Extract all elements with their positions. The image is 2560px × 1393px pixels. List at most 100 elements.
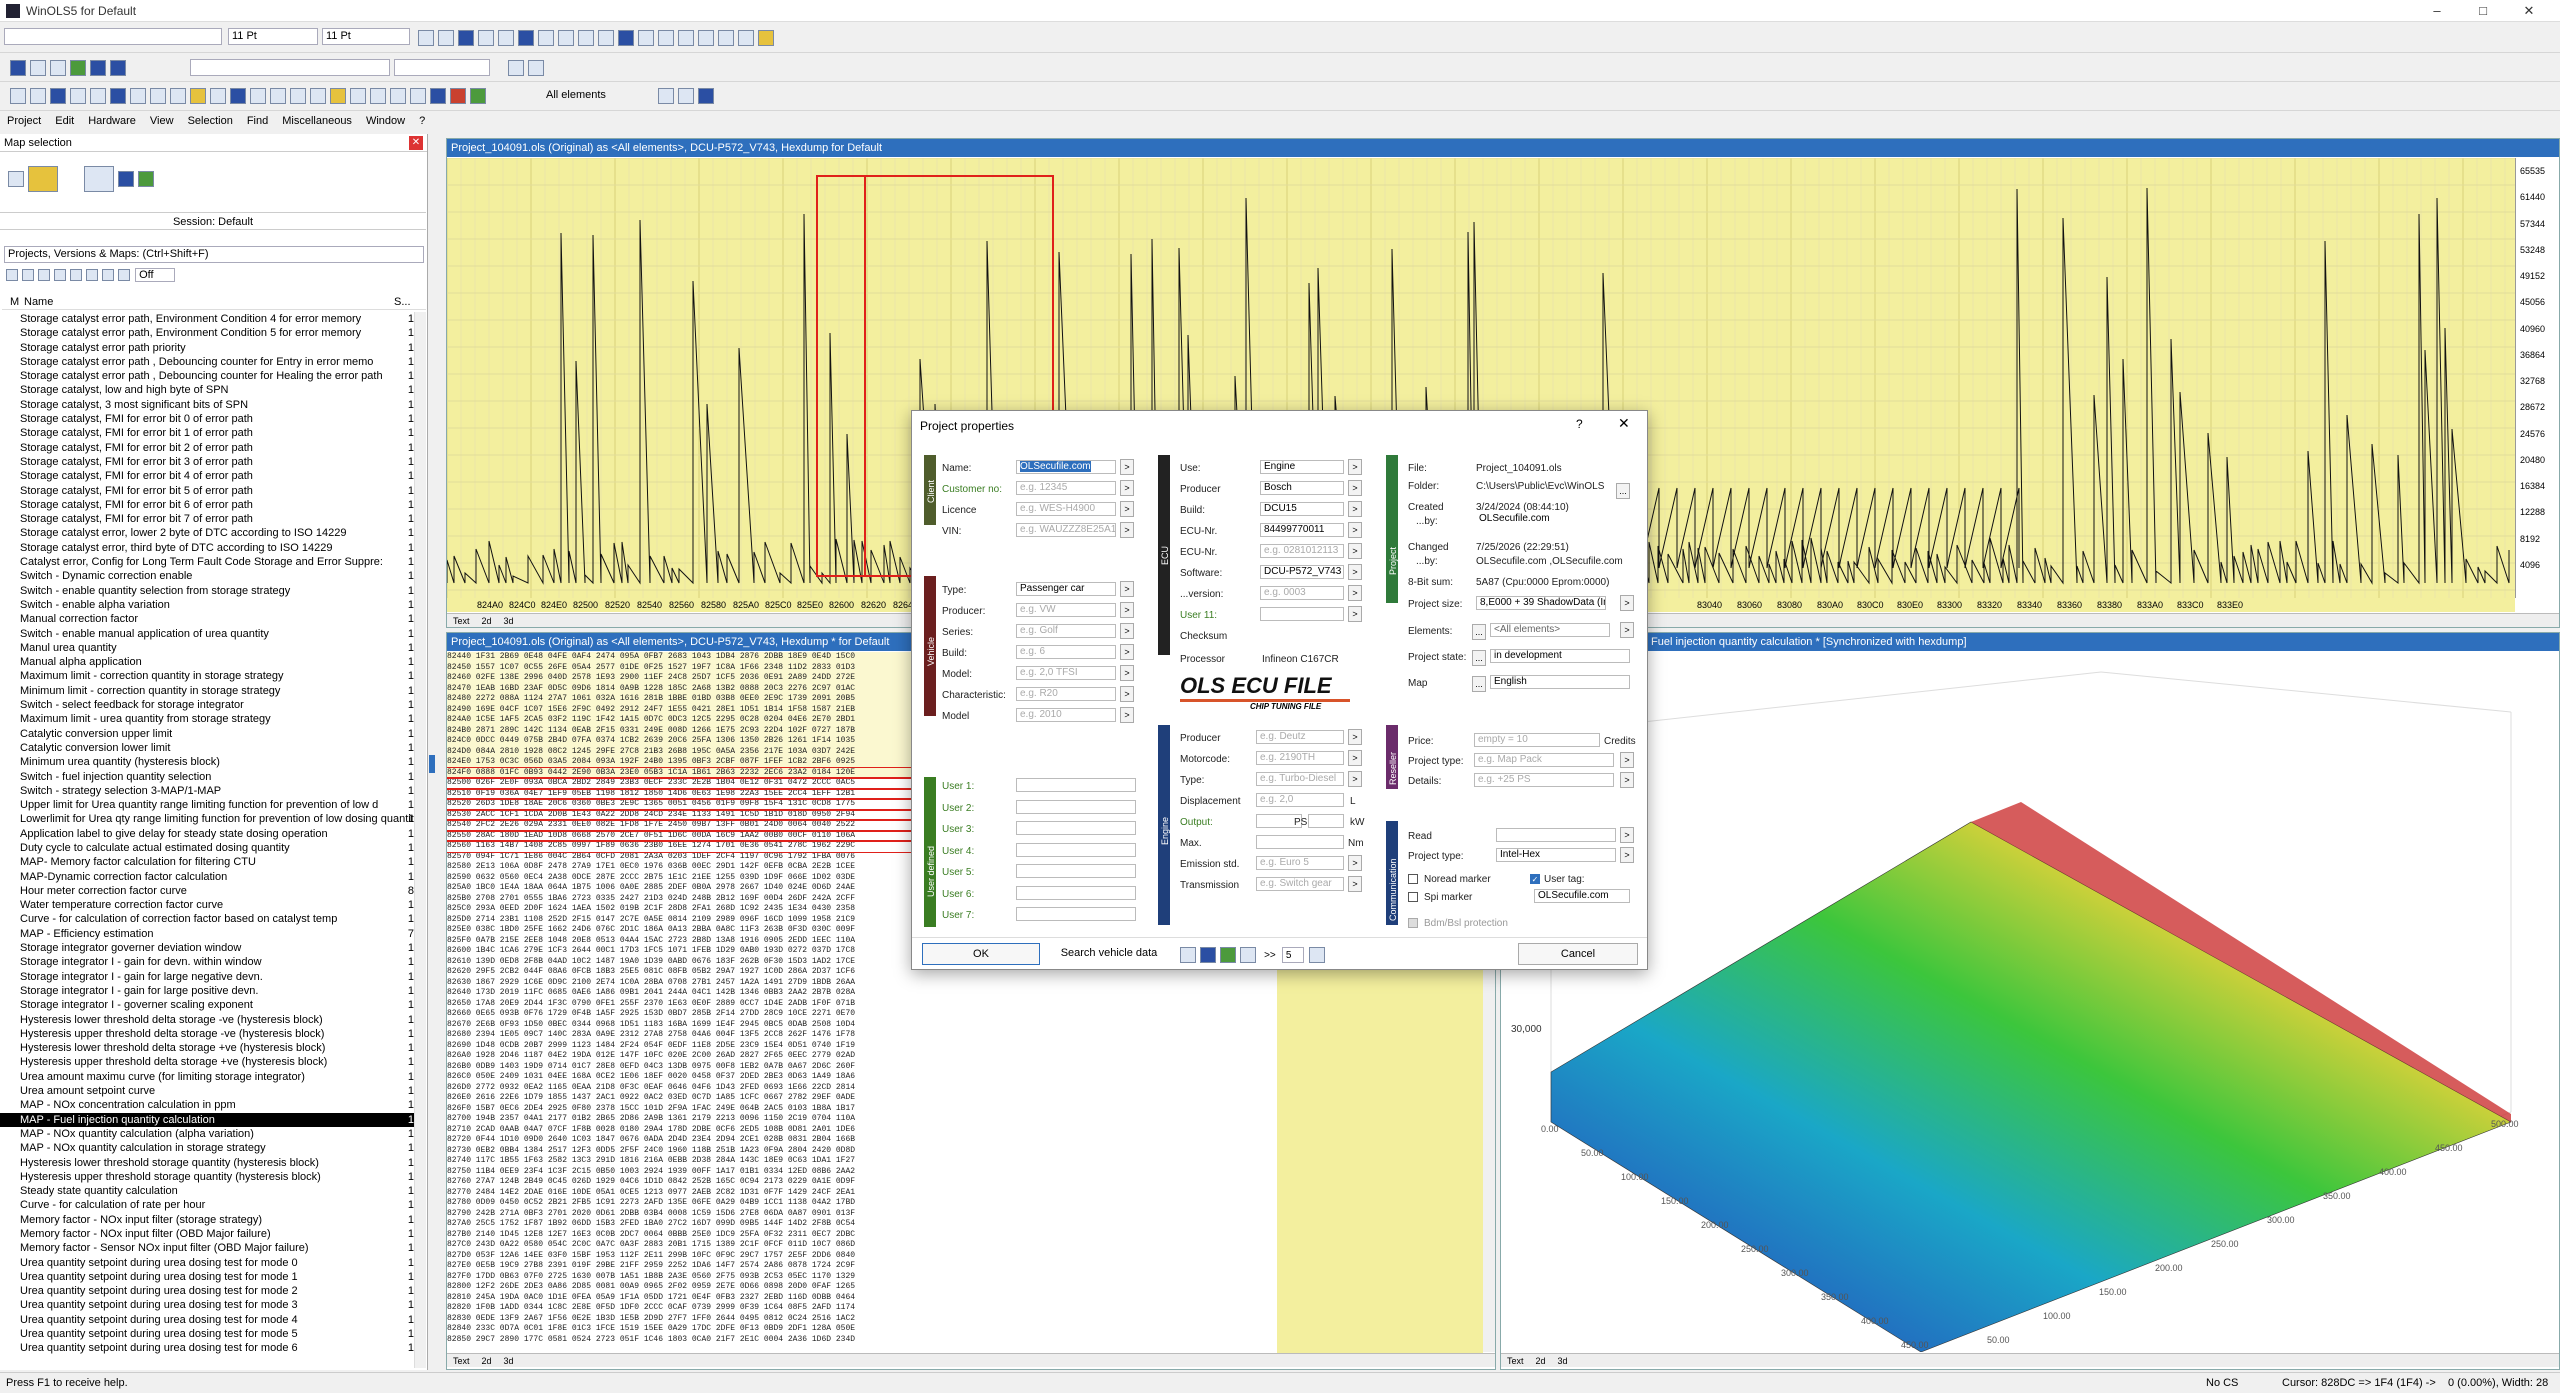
tab-3d[interactable]: 3d	[498, 616, 520, 626]
hex-icon[interactable]	[558, 30, 574, 46]
minimize-icon[interactable]: –	[2414, 0, 2460, 22]
menu-project[interactable]: Project	[0, 113, 48, 129]
sync-icon[interactable]	[138, 171, 154, 187]
emission-more-button[interactable]: >	[1348, 855, 1362, 871]
print-icon[interactable]	[10, 88, 26, 104]
open-folder-icon[interactable]	[28, 166, 58, 192]
menu-selection[interactable]: Selection	[181, 113, 240, 129]
menu-help[interactable]: ?	[412, 113, 432, 129]
hex-view-icon[interactable]	[430, 88, 446, 104]
list-item[interactable]: MAP - Efficiency estimation 7	[0, 927, 426, 941]
ecu-build-more-button[interactable]: >	[1348, 501, 1362, 517]
list-item[interactable]: Storage catalyst, low and high byte of S…	[0, 383, 426, 397]
list-item[interactable]: MAP - NOx quantity calculation in storag…	[0, 1141, 426, 1155]
reseller-ptype-field[interactable]: e.g. Map Pack	[1474, 753, 1614, 767]
signed-icon[interactable]	[638, 30, 654, 46]
color-palette-icon[interactable]	[758, 30, 774, 46]
hex-tab-3d[interactable]: 3d	[498, 1356, 520, 1366]
undo-icon[interactable]	[370, 88, 386, 104]
bold-icon[interactable]	[418, 30, 434, 46]
user11-more-button[interactable]: >	[1348, 606, 1362, 622]
ecu-build-field[interactable]: DCU15	[1260, 502, 1344, 516]
list-item[interactable]: Memory factor - NOx input filter (OBD Ma…	[0, 1227, 426, 1241]
vmodel2-more-button[interactable]: >	[1120, 707, 1134, 723]
filter-icon-7[interactable]	[102, 269, 114, 281]
list-item[interactable]: Urea quantity setpoint during urea dosin…	[0, 1341, 426, 1355]
list-item[interactable]: Switch - strategy selection 3-MAP/1-MAP 1	[0, 784, 426, 798]
user-field-input[interactable]	[1016, 907, 1136, 921]
font-size-combo-a[interactable]: 11 Pt	[228, 28, 318, 45]
user-field-input[interactable]	[1016, 821, 1136, 835]
char-field[interactable]: e.g. R20	[1016, 687, 1116, 701]
user-field-input[interactable]	[1016, 864, 1136, 878]
map-pick-button[interactable]: ...	[1472, 676, 1486, 692]
v3d-tab-text[interactable]: Text	[1501, 1356, 1530, 1366]
read-more-button[interactable]: >	[1620, 827, 1634, 843]
menu-view[interactable]: View	[143, 113, 181, 129]
created-by-value[interactable]: OLSecufile.com	[1476, 513, 1596, 527]
transmission-field[interactable]: e.g. Switch gear	[1256, 877, 1344, 891]
motorcode-field[interactable]: e.g. 2190TH	[1256, 751, 1344, 765]
vproducer-field[interactable]: e.g. VW	[1016, 603, 1116, 617]
series-field[interactable]: e.g. Golf	[1016, 624, 1116, 638]
list-item[interactable]: MAP- Memory factor calculation for filte…	[0, 855, 426, 869]
menu-edit[interactable]: Edit	[48, 113, 81, 129]
read-field[interactable]	[1496, 828, 1616, 842]
filter-icon-2[interactable]	[22, 269, 34, 281]
list-item[interactable]: Urea amount maximu curve (for limiting s…	[0, 1070, 426, 1084]
list-item[interactable]: Urea quantity setpoint during urea dosin…	[0, 1298, 426, 1312]
new-doc-icon[interactable]	[8, 171, 24, 187]
list-item[interactable]: Manual alpha application 1	[0, 655, 426, 669]
compare-icon[interactable]	[738, 30, 754, 46]
menu-hardware[interactable]: Hardware	[81, 113, 143, 129]
noread-checkbox[interactable]	[1408, 874, 1418, 884]
session-label[interactable]: Session: Default	[0, 212, 426, 230]
elements-icon[interactable]	[470, 88, 486, 104]
list-item[interactable]: Catalyst error, Config for Long Term Fau…	[0, 555, 426, 569]
eng-producer-more-button[interactable]: >	[1348, 729, 1362, 745]
globe-icon[interactable]	[1200, 947, 1216, 963]
new-project-icon[interactable]	[10, 60, 26, 76]
decimal-icon[interactable]	[578, 30, 594, 46]
pdf-icon[interactable]	[1180, 947, 1196, 963]
vin-more-button[interactable]: >	[1120, 522, 1134, 538]
size-value[interactable]: 8,E000 + 39 ShadowData (Imp	[1476, 596, 1606, 610]
back-icon[interactable]	[508, 60, 524, 76]
vin-field[interactable]: e.g. WAUZZZ8E25A123	[1016, 523, 1116, 537]
version-more-button[interactable]: >	[1348, 585, 1362, 601]
shift-right-icon[interactable]	[270, 88, 286, 104]
comm-ptype-select[interactable]: Intel-Hex	[1496, 848, 1616, 862]
use-select[interactable]: Engine	[1260, 460, 1344, 474]
list-item[interactable]: Curve - for calculation of rate per hour…	[0, 1198, 426, 1212]
licence-more-button[interactable]: >	[1120, 501, 1134, 517]
name-more-button[interactable]: >	[1120, 459, 1134, 475]
filter-icon-3[interactable]	[38, 269, 50, 281]
original-icon[interactable]	[718, 30, 734, 46]
menu-window[interactable]: Window	[359, 113, 412, 129]
list-item[interactable]: Urea quantity setpoint during urea dosin…	[0, 1313, 426, 1327]
list-item[interactable]: Switch - enable manual application of ur…	[0, 627, 426, 641]
percent-icon[interactable]	[658, 30, 674, 46]
ecu-producer-more-button[interactable]: >	[1348, 480, 1362, 496]
folder-grey-icon[interactable]	[84, 166, 114, 192]
user11-field[interactable]	[1260, 607, 1344, 621]
off-toggle[interactable]: Off	[135, 268, 176, 282]
tag-icon[interactable]	[290, 88, 306, 104]
delta-icon[interactable]	[678, 30, 694, 46]
grid-icon[interactable]	[518, 30, 534, 46]
last-icon[interactable]	[150, 88, 166, 104]
list-item[interactable]: Storage integrator I - gain for devn. wi…	[0, 955, 426, 969]
list-item[interactable]: Urea quantity setpoint during urea dosin…	[0, 1256, 426, 1270]
list-item[interactable]: Upper limit for Urea quantity range limi…	[0, 798, 426, 812]
list-item[interactable]: Memory factor - NOx input filter (storag…	[0, 1213, 426, 1227]
motorcode-more-button[interactable]: >	[1348, 750, 1362, 766]
factor-icon[interactable]	[698, 30, 714, 46]
next-icon[interactable]	[130, 88, 146, 104]
use-more-button[interactable]: >	[1348, 459, 1362, 475]
spi-checkbox[interactable]	[1408, 892, 1418, 902]
align-left-icon[interactable]	[478, 30, 494, 46]
tab-text[interactable]: Text	[447, 616, 476, 626]
table-icon[interactable]	[458, 30, 474, 46]
italic-icon[interactable]	[438, 30, 454, 46]
vtype-select[interactable]: Passenger car	[1016, 582, 1116, 596]
